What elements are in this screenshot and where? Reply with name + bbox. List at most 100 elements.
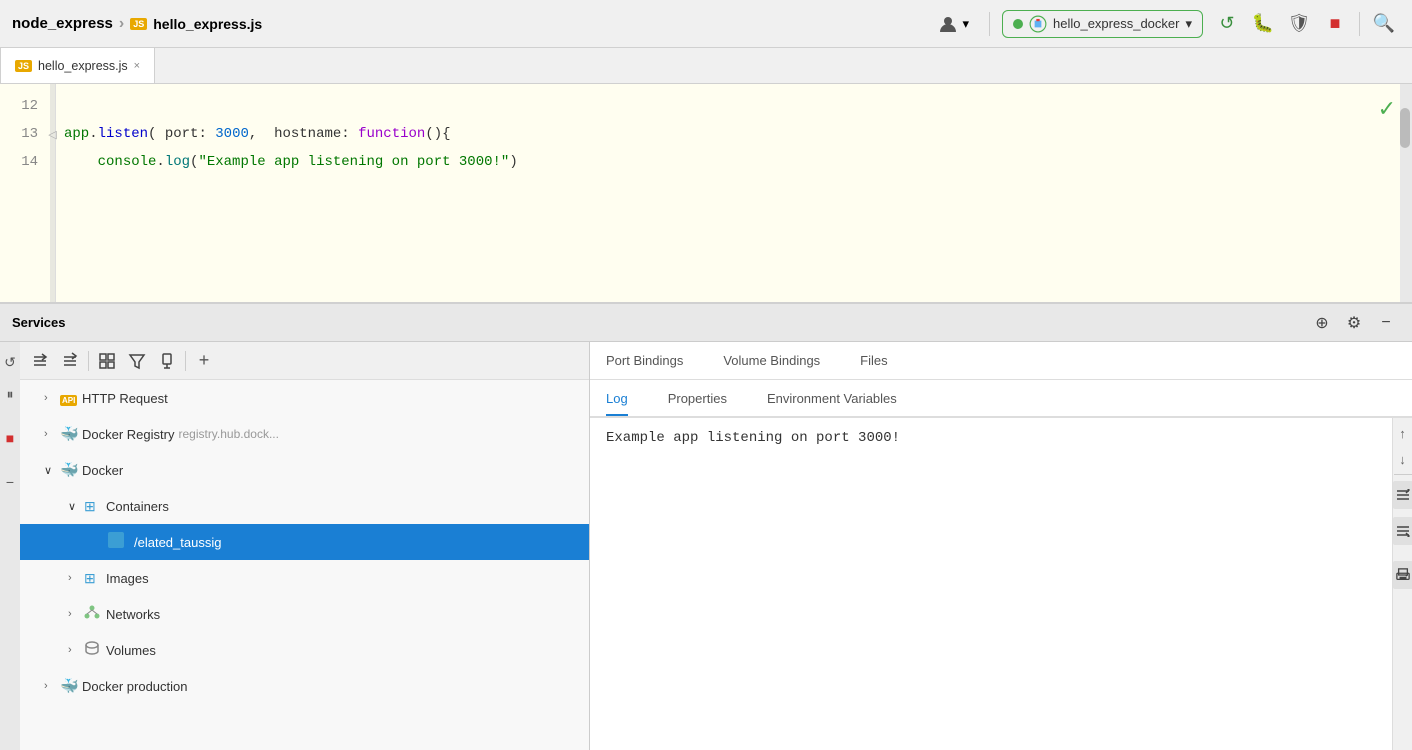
line-numbers: 12 13 14 [0,84,50,302]
tree-content: › API HTTP Request › 🐳 Docker Registry r… [20,380,589,750]
tab-file-icon: JS [15,60,32,72]
line-number-14: 14 [0,148,38,176]
tree-item-networks[interactable]: › Networks [20,596,589,632]
arrow-icon: ∨ [44,464,60,477]
scroll-action2-button[interactable] [1393,517,1412,545]
tree-item-elated-taussig[interactable]: /elated_taussig [20,524,589,560]
check-icon: ✓ [1378,96,1396,122]
tab-env-vars[interactable]: Environment Variables [767,383,897,416]
stop-button[interactable]: ■ [1319,8,1351,40]
toolbar-divider1 [88,351,89,371]
tree-item-images[interactable]: › ⊞ Images [20,560,589,596]
item-label: /elated_taussig [134,535,221,550]
breadcrumb: node_express › JS hello_express.js [12,15,262,33]
item-label: Containers [106,499,169,514]
tab-files[interactable]: Files [860,345,887,378]
toolbar-divider2 [185,351,186,371]
project-name[interactable]: node_express [12,15,113,32]
tab-log[interactable]: Log [606,383,628,416]
right-panel: Port Bindings Volume Bindings Files Log … [590,342,1412,750]
scrollbar-divider [1394,474,1412,475]
user-button[interactable]: ▾ [930,10,977,38]
expand-all-button[interactable] [26,347,54,375]
arrow-icon: › [44,428,60,440]
container-icon [108,532,130,552]
bottom-panel: Services ⊕ ⚙ − ↺ ⏸ ■ − [0,304,1412,750]
divider [989,12,990,36]
status-dot [1013,19,1023,29]
images-icon: ⊞ [84,570,106,587]
debug-button[interactable]: 🐛 [1247,8,1279,40]
code-line-14: console.log("Example app listening on po… [56,148,1412,176]
tab-volume-bindings[interactable]: Volume Bindings [723,345,820,378]
code-content[interactable]: app.listen( port: 3000, hostname: functi… [56,84,1412,302]
item-sub-label: registry.hub.dock... [178,427,279,441]
editor-scrollbar[interactable] [1400,84,1412,302]
pause-button[interactable]: ⏸ [0,380,20,408]
minimize-button[interactable]: − [1372,309,1400,337]
arrow-icon: ∨ [68,500,84,513]
left-collapse-panel: ↺ ⏸ ■ − [0,342,20,750]
rerun-button[interactable]: ↺ [1211,8,1243,40]
scroll-down-button[interactable]: ↓ [1393,448,1412,470]
collapse-all-button[interactable] [56,347,84,375]
tab-hello-express[interactable]: JS hello_express.js × [0,47,155,83]
pin-button[interactable] [153,347,181,375]
services-title: Services [12,315,1308,330]
tab-label: hello_express.js [38,59,128,73]
right-scrollbar: ↑ ↓ [1392,418,1412,750]
scroll-up-button[interactable]: ↑ [1393,422,1412,444]
tree-item-containers[interactable]: ∨ ⊞ Containers [20,488,589,524]
tree-item-docker-registry[interactable]: › 🐳 Docker Registry registry.hub.dock... [20,416,589,452]
tab-properties[interactable]: Properties [668,383,727,416]
item-label: Docker production [82,679,188,694]
coverage-button[interactable]: 🛡 [1283,8,1315,40]
arrow-icon: › [44,680,60,692]
item-label: Docker Registry [82,427,174,442]
print-button[interactable] [1393,561,1412,589]
arrow-icon: › [44,392,60,404]
grid-icon: ⊞ [84,498,106,515]
tab-port-bindings[interactable]: Port Bindings [606,345,683,378]
arrow-icon: › [68,608,84,620]
tree-item-docker-production[interactable]: › 🐳 Docker production [20,668,589,704]
top-bar: node_express › JS hello_express.js ▾ hel… [0,0,1412,48]
scrollbar-thumb[interactable] [1400,108,1410,148]
toolbar-icons: ↺ 🐛 🛡 ■ 🔍 [1211,8,1400,40]
tree-toolbar: + [20,342,589,380]
group-button[interactable] [93,347,121,375]
code-line-13: app.listen( port: 3000, hostname: functi… [56,120,1412,148]
item-label: Volumes [106,643,156,658]
services-header-icons: ⊕ ⚙ − [1308,309,1400,337]
run-config-label: hello_express_docker [1053,16,1179,31]
tab-bar: JS hello_express.js × [0,48,1412,84]
filter-button[interactable] [123,347,151,375]
file-name[interactable]: hello_express.js [153,16,262,32]
tab-close-button[interactable]: × [134,60,140,72]
right-tabs-row1: Port Bindings Volume Bindings Files [590,342,1412,380]
log-text: Example app listening on port 3000! [606,430,900,446]
tree-item-volumes[interactable]: › Volumes [20,632,589,668]
code-line-12 [56,92,1412,120]
docker-icon: 🐳 [60,425,82,443]
settings-button[interactable]: ⚙ [1340,309,1368,337]
run-config-selector[interactable]: hello_express_docker ▾ [1002,10,1203,38]
tree-panel: + › API HTTP Request › 🐳 Docker Registry… [20,342,590,750]
docker-icon: 🐳 [60,461,82,479]
line-number-13: 13 [0,120,38,148]
item-label: HTTP Request [82,391,168,406]
networks-icon [84,604,106,624]
services-header: Services ⊕ ⚙ − [0,304,1412,342]
search-button[interactable]: 🔍 [1368,8,1400,40]
file-type-badge: JS [130,18,147,30]
right-tabs-row2: Log Properties Environment Variables [590,380,1412,418]
minus-button[interactable]: − [0,468,20,496]
tree-item-docker[interactable]: ∨ 🐳 Docker [20,452,589,488]
scroll-action1-button[interactable] [1393,481,1412,509]
add-button[interactable]: + [190,347,218,375]
refresh-button[interactable]: ↺ [0,348,20,376]
tree-item-http-request[interactable]: › API HTTP Request [20,380,589,416]
stop-service-button[interactable]: ■ [0,424,20,452]
dropdown-arrow-icon: ▾ [962,16,969,32]
add-service-button[interactable]: ⊕ [1308,309,1336,337]
